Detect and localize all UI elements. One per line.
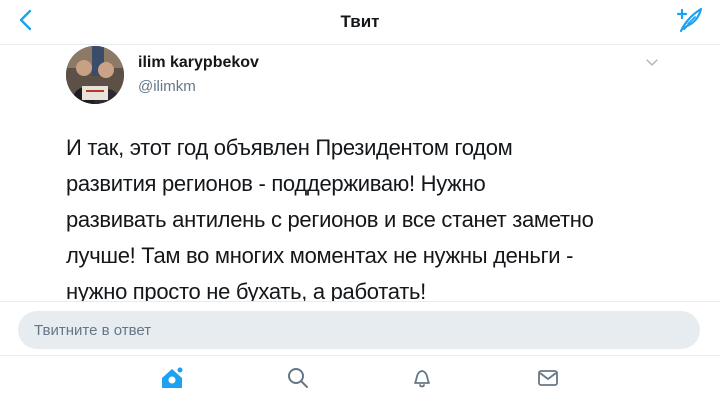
avatar[interactable] — [66, 46, 124, 104]
messages-envelope-icon — [536, 366, 560, 395]
tweet-text-line: лучше! Там во многих моментах не нужны д… — [66, 243, 574, 268]
tweet-text-line: развития регионов - поддерживаю! Нужно — [66, 171, 486, 196]
bottom-tab-bar — [0, 355, 720, 406]
compose-tweet-button[interactable] — [674, 6, 706, 38]
tab-search[interactable] — [284, 366, 312, 394]
author-display-name[interactable]: ilim karypbekov — [138, 54, 259, 72]
author-handle[interactable]: @ilimkm — [138, 78, 196, 95]
compose-feather-icon — [675, 5, 705, 40]
chevron-down-icon — [645, 55, 659, 73]
search-icon — [286, 366, 310, 395]
page-title: Твит — [340, 12, 380, 31]
tweet-text-line: развивать антилень с регионов и все стан… — [66, 207, 594, 232]
home-icon — [159, 365, 185, 396]
reply-input[interactable]: Твитните в ответ — [18, 311, 700, 349]
notifications-bell-icon — [410, 366, 434, 395]
tab-messages[interactable] — [534, 366, 562, 394]
tweet-text-line: И так, этот год объявлен Президентом год… — [66, 135, 513, 160]
tab-home[interactable] — [158, 366, 186, 394]
tweet-menu-button[interactable] — [644, 56, 660, 72]
tab-notifications[interactable] — [408, 366, 436, 394]
tweet-text: И так, этот год объявлен Президентом год… — [66, 130, 666, 310]
